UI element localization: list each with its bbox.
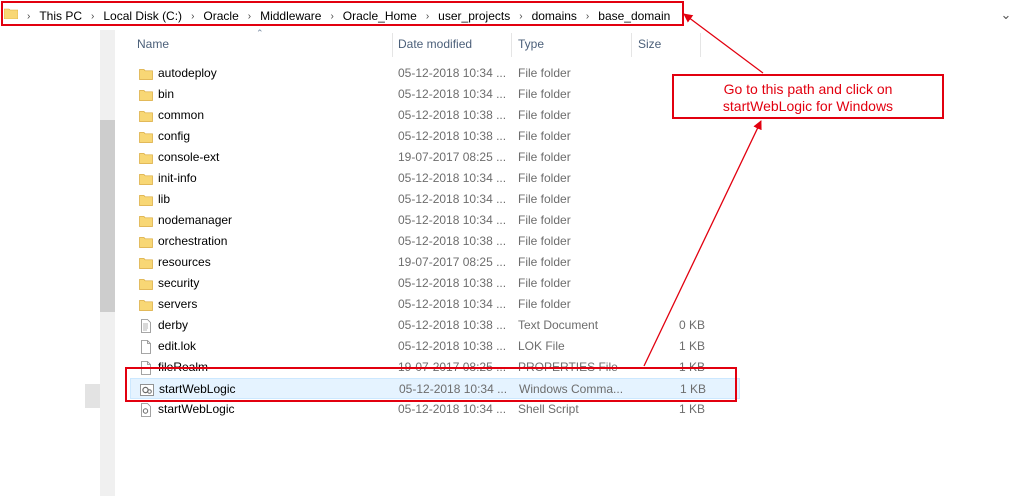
arrow-to-callout <box>643 120 762 367</box>
annotation-arrows <box>643 13 764 367</box>
arrow-to-address-bar <box>683 13 764 74</box>
